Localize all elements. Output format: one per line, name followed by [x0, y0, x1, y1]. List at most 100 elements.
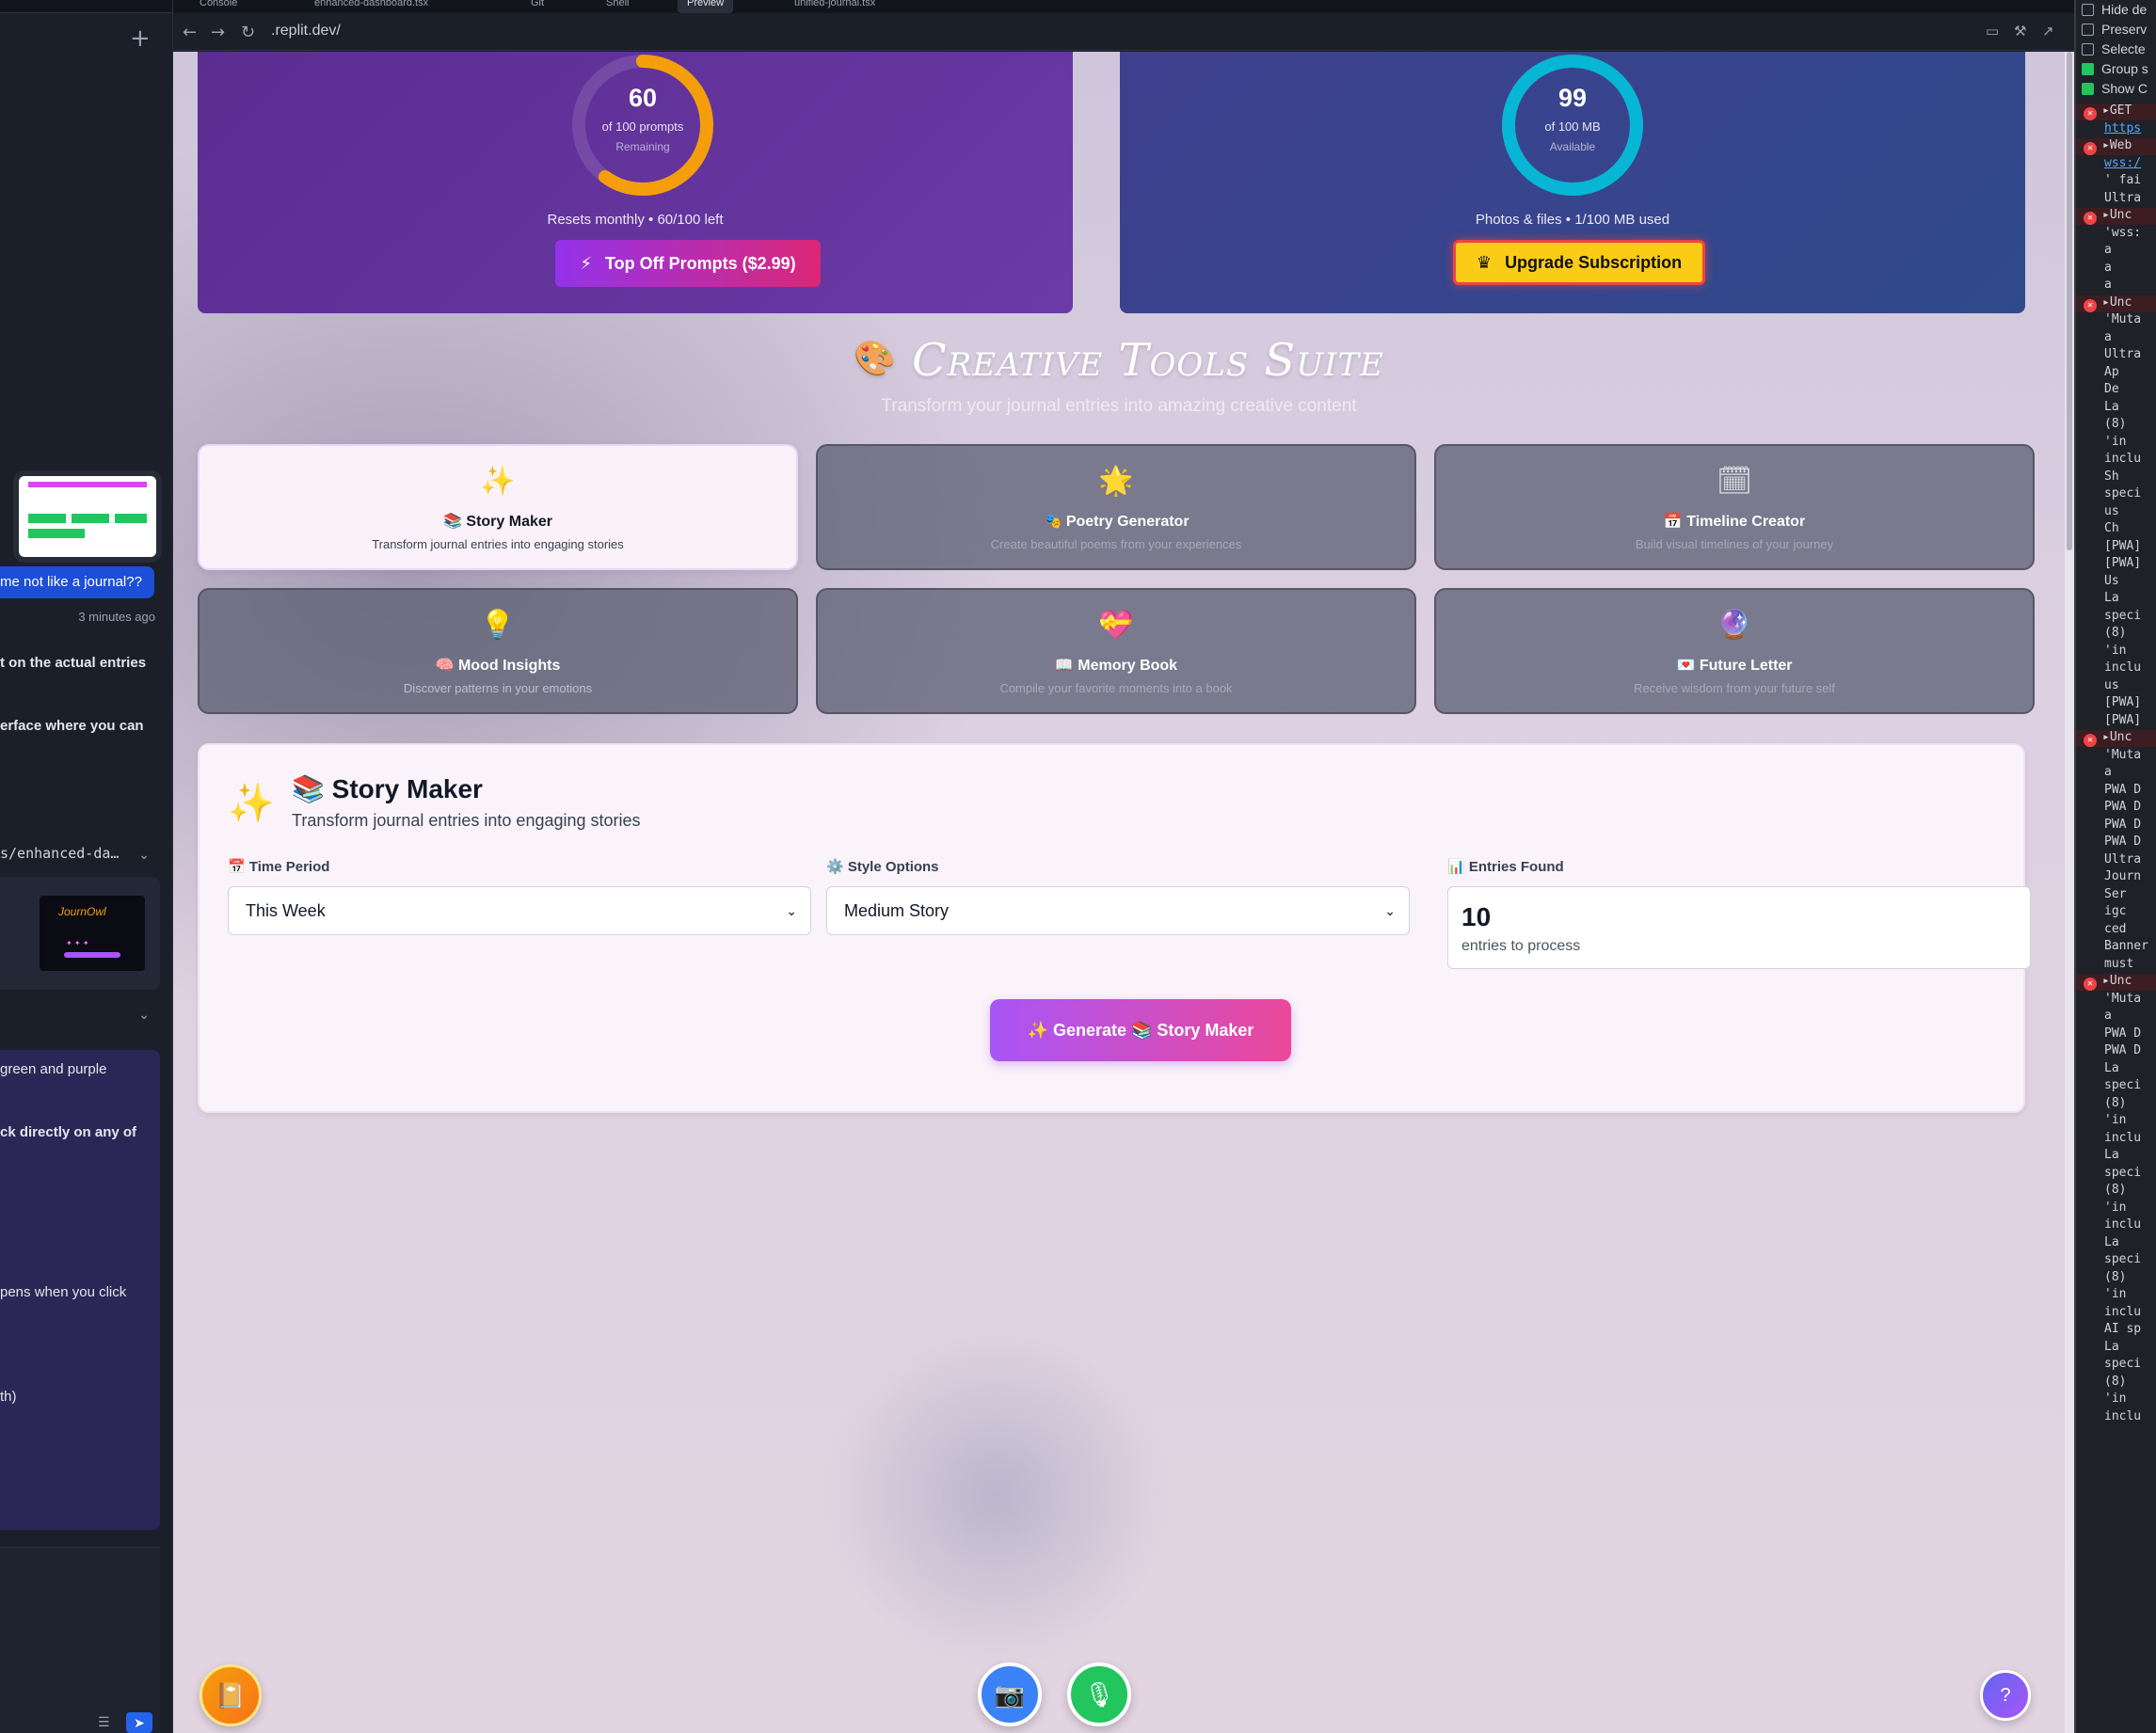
story-maker-panel: ✨ 📚 Story Maker Transform journal entrie… — [198, 743, 2031, 1113]
console-option-row[interactable]: Hide de — [2076, 2, 2156, 17]
top-off-prompts-button[interactable]: ⚡ Top Off Prompts ($2.99) — [555, 240, 821, 287]
journal-fab[interactable]: 📔 — [200, 1664, 262, 1726]
reload-icon[interactable]: ↻ — [241, 23, 255, 42]
devices-icon[interactable]: ▭ — [1986, 23, 1999, 40]
devtools-icon[interactable]: ⚒ — [2014, 23, 2026, 40]
open-new-tab-icon[interactable]: ↗ — [2042, 23, 2054, 40]
console-log-entry: a — [2104, 260, 2112, 275]
console-log-entry: 'in — [2104, 434, 2127, 449]
console-log-entry: (8) — [2104, 417, 2127, 431]
chevron-down-icon[interactable]: ⌄ — [138, 1007, 150, 1023]
style-options-select[interactable]: Medium Story ⌄ — [826, 886, 1410, 935]
app-viewport: 60 of 100 prompts Remaining Resets month… — [173, 52, 2065, 1733]
brain-icon: 🧠 — [435, 658, 455, 674]
tool-description: Create beautiful poems from your experie… — [990, 537, 1242, 551]
scrollbar-thumb[interactable] — [2067, 52, 2072, 550]
console-log-entry: a — [2104, 329, 2112, 344]
console-option-row[interactable]: Preserv — [2076, 22, 2156, 37]
palette-icon: 🎨 — [854, 340, 897, 378]
prompts-ring: 60 of 100 prompts Remaining — [567, 52, 718, 200]
console-error-entry: ✕ ▸Unc — [2076, 294, 2156, 312]
console-log-entry: speci — [2104, 1078, 2142, 1092]
storage-note: Photos & files • 1/100 MB used — [1475, 212, 1670, 228]
console-log-entry: Ultra — [2104, 190, 2142, 205]
console-log-entry: Ch — [2104, 521, 2119, 535]
console-log-entry: (8) — [2104, 1374, 2127, 1389]
send-button[interactable]: ➤ — [126, 1712, 152, 1733]
microphone-button[interactable]: 🎙 — [1067, 1662, 1131, 1726]
console-log-entry: us — [2104, 503, 2119, 518]
address-bar: ← → ↻ .replit.dev/ ▭ ⚒ ↗ — [173, 13, 2074, 51]
console-log-entry: De — [2104, 382, 2119, 396]
tool-card-mood-insights[interactable]: 💡 🧠 Mood Insights Discover patterns in y… — [198, 588, 798, 714]
tab-unified-journal[interactable]: unified-journal.tsx — [794, 0, 875, 13]
page-scrollbar[interactable] — [2065, 52, 2074, 1733]
console-log-entry: 'Muta — [2104, 991, 2142, 1006]
console-error-entry: ✕ ▸GET — [2076, 103, 2156, 120]
camera-button[interactable]: 📷 — [978, 1662, 1042, 1726]
edited-file-path[interactable]: s/enhanced-da… — [0, 845, 160, 862]
upgrade-subscription-button[interactable]: ♛ Upgrade Subscription — [1453, 240, 1705, 285]
console-log-entry: 'in — [2104, 1200, 2127, 1215]
console-log-entry: inclu — [2104, 1130, 2142, 1145]
checkbox[interactable] — [2082, 63, 2094, 75]
console-option-row[interactable]: Show C — [2076, 81, 2156, 96]
tab-console[interactable]: Console — [200, 0, 237, 13]
tool-card-story-maker[interactable]: ✨ 📚 Story Maker Transform journal entrie… — [198, 444, 798, 570]
chat-input[interactable] — [0, 1547, 160, 1733]
console-error-entry: ✕ ▸Web — [2076, 138, 2156, 155]
console-log-entry: PWA D — [2104, 1025, 2142, 1041]
notebook-icon: 📔 — [215, 1680, 247, 1709]
tab-preview[interactable]: Preview — [678, 0, 734, 13]
books-icon: 📚 — [443, 514, 462, 530]
message-timestamp: 3 minutes ago — [78, 610, 155, 624]
tab-strip: Console enhanced-dashboard.tsx Git Shell… — [173, 0, 2074, 13]
console-log-entry: PWA D — [2104, 782, 2142, 797]
microphone-icon: 🎙 — [1083, 1679, 1115, 1709]
tool-description: Compile your favorite moments into a boo… — [999, 681, 1233, 695]
back-icon[interactable]: ← — [183, 23, 197, 42]
tool-card-memory-book[interactable]: 💝 📖 Memory Book Compile your favorite mo… — [816, 588, 1416, 714]
tool-card-poetry-generator[interactable]: 🌟 🎭 Poetry Generator Create beautiful po… — [816, 444, 1416, 570]
forward-icon[interactable]: → — [211, 23, 225, 42]
assistant-message-line: pens when you click — [0, 1284, 127, 1300]
tool-description: Discover patterns in your emotions — [403, 681, 593, 695]
checkbox[interactable] — [2082, 43, 2094, 56]
style-options-label: ⚙️ Style Options — [826, 859, 939, 875]
tab-git[interactable]: Git — [531, 0, 544, 13]
generate-story-button[interactable]: ✨ Generate 📚 Story Maker — [990, 999, 1291, 1061]
tab-shell[interactable]: Shell — [606, 0, 629, 13]
console-log-entry: La — [2104, 1148, 2119, 1162]
checkbox[interactable] — [2082, 24, 2094, 36]
chat-panel: + me not like a journal?? 3 minutes ago … — [0, 0, 173, 1733]
book-icon: 📖 — [1054, 658, 1074, 674]
preview-card[interactable]: JournOwl ✦ ✦ ✦ — [0, 877, 160, 990]
error-icon: ✕ — [2084, 734, 2097, 747]
console-option-row[interactable]: Selecte — [2076, 41, 2156, 56]
chevron-down-icon[interactable]: ⌄ — [138, 847, 150, 863]
tool-card-timeline-creator[interactable]: 🗓 📅 Timeline Creator Build visual timeli… — [1434, 444, 2035, 570]
console-log-entry: Ap — [2104, 364, 2119, 379]
error-icon: ✕ — [2084, 142, 2097, 155]
tab-enhanced-dashboard[interactable]: enhanced-dashboard.tsx — [314, 0, 428, 13]
console-option-row[interactable]: Group s — [2076, 61, 2156, 76]
console-log-entry: [PWA] — [2104, 538, 2142, 553]
tool-name: 📖 Memory Book — [1054, 658, 1178, 674]
tool-card-future-letter[interactable]: 🔮 💌 Future Letter Receive wisdom from yo… — [1434, 588, 2035, 714]
console-log-entry: (8) — [2104, 1095, 2127, 1110]
new-chat-button[interactable]: + — [130, 24, 151, 53]
console-log-entry: Ultra — [2104, 347, 2142, 361]
settings-sliders-icon[interactable]: ☰ — [98, 1714, 110, 1730]
console-log-entry: 'Muta — [2104, 312, 2142, 326]
console-log-entry: 'Muta — [2104, 747, 2142, 762]
tool-description: Receive wisdom from your future self — [1634, 681, 1835, 695]
time-period-select[interactable]: This Week ⌄ — [228, 886, 811, 935]
console-log-entry: speci — [2104, 1252, 2142, 1266]
checkbox[interactable] — [2082, 4, 2094, 16]
url-field[interactable]: .replit.dev/ — [271, 23, 341, 40]
help-button[interactable]: ? — [1980, 1670, 2031, 1721]
console-log-entry: (8) — [2104, 626, 2127, 640]
screenshot-thumbnail[interactable] — [19, 476, 156, 557]
checkbox[interactable] — [2082, 83, 2094, 95]
console-log-entry: La — [2104, 1234, 2119, 1249]
